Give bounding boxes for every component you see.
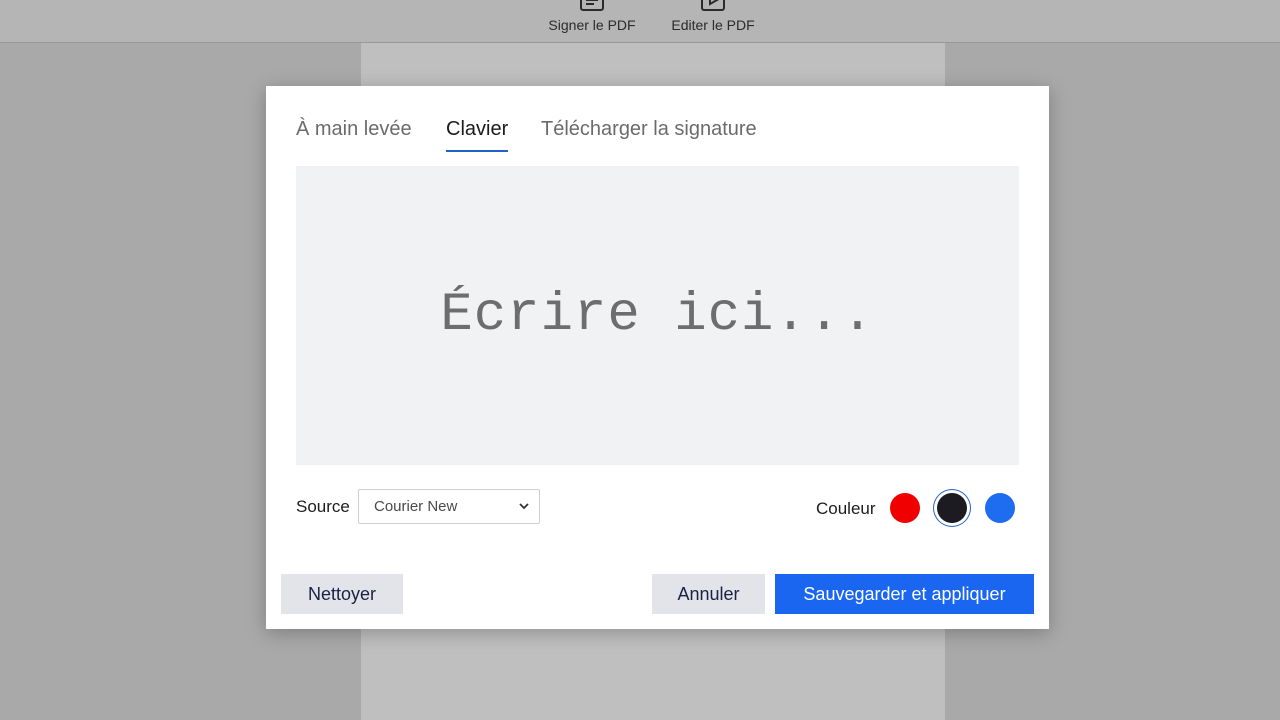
sign-document-icon [580,0,604,11]
color-swatch-black[interactable] [937,493,967,523]
source-label: Source [296,497,350,516]
color-swatch-red[interactable] [890,493,920,523]
signature-text-input[interactable] [296,166,1019,465]
save-and-apply-button[interactable]: Sauvegarder et appliquer [775,574,1034,614]
color-swatch-blue[interactable] [985,493,1015,523]
tab-upload-signature[interactable]: Télécharger la signature [541,116,757,152]
font-source-value: Courier New [374,498,458,515]
signature-dialog: À main levée Clavier Télécharger la sign… [266,86,1049,629]
clear-button[interactable]: Nettoyer [281,574,403,614]
edit-document-icon [701,0,725,11]
cancel-button[interactable]: Annuler [652,574,765,614]
edit-pdf-label: Editer le PDF [671,17,755,33]
chevron-down-icon [519,503,529,510]
top-toolbar: Signer le PDF Editer le PDF [0,0,1280,43]
edit-pdf-tool[interactable]: Editer le PDF [664,0,762,43]
color-label: Couleur [816,499,876,518]
font-source-select[interactable]: Courier New [358,489,540,524]
tab-keyboard[interactable]: Clavier [446,116,509,152]
sign-pdf-tool[interactable]: Signer le PDF [540,0,644,43]
sign-pdf-label: Signer le PDF [548,17,636,33]
tab-freehand[interactable]: À main levée [296,116,412,152]
